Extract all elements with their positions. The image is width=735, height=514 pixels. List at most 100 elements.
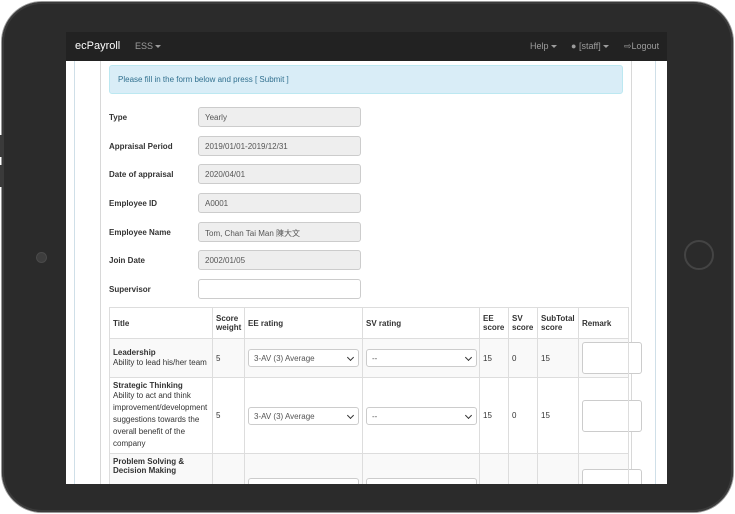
appraisal-period-field: 2019/01/01-2019/12/31 xyxy=(198,136,361,156)
nav-user-label: [staff] xyxy=(578,41,601,51)
ee-rating-value: 3-AV (3) Average xyxy=(254,411,315,421)
sv-rating-select[interactable]: -- xyxy=(366,349,477,367)
sv-rating-select[interactable] xyxy=(366,478,477,484)
employee-name-label: Employee Name xyxy=(109,228,171,237)
remark-cell xyxy=(578,453,642,484)
ee-rating-value: 3-AV (3) Average xyxy=(254,354,315,363)
form-row-supervisor: Supervisor xyxy=(109,279,369,299)
row-ee-score: 15 xyxy=(479,338,509,378)
row-title: Leadership xyxy=(113,347,156,357)
home-button[interactable] xyxy=(684,240,714,270)
row-weight: 5 xyxy=(212,338,245,378)
join-date-field: 2002/01/05 xyxy=(198,250,361,270)
row-title: Problem Solving & Decision Making xyxy=(113,457,185,475)
info-alert: Please fill in the form below and press … xyxy=(109,65,623,94)
row-subtotal: 15 xyxy=(537,338,579,378)
ee-rating-select[interactable]: 3-AV (3) Average xyxy=(248,349,359,367)
volume-button-2 xyxy=(0,165,3,187)
employee-name-field: Tom, Chan Tai Man 陳大文 xyxy=(198,222,361,242)
nav-user-menu[interactable]: ● [staff] xyxy=(571,41,609,51)
table-row: Leadership Ability to lead his/her team 5… xyxy=(109,338,642,378)
row-sv-score: 0 xyxy=(508,377,538,454)
alert-message: Please fill in the form below and press … xyxy=(118,75,289,84)
row-ee-score: 15 xyxy=(479,377,509,454)
col-subtotal-score: SubTotal score xyxy=(537,307,579,339)
table-row: Strategic Thinking Ability to act and thi… xyxy=(109,377,642,454)
supervisor-input[interactable] xyxy=(198,279,361,299)
nav-logout-label: Logout xyxy=(631,41,660,51)
tablet-frame: ecPayroll ESS Help ● [staff] ⇨Logout Ple… xyxy=(0,0,735,514)
camera-icon xyxy=(36,252,47,263)
remark-textarea[interactable] xyxy=(582,342,642,374)
row-sv-score xyxy=(508,453,538,484)
chevron-down-icon xyxy=(346,482,355,484)
row-title-cell: Strategic Thinking Ability to act and thi… xyxy=(109,377,213,454)
row-desc: Ability to lead his/her team xyxy=(113,357,207,367)
row-title-cell: Leadership Ability to lead his/her team xyxy=(109,338,213,378)
row-desc: Ability to act and think improvement/dev… xyxy=(113,391,208,448)
col-remark: Remark xyxy=(578,307,629,339)
nav-logout-link[interactable]: ⇨Logout xyxy=(624,41,659,52)
appraisal-table: Title Score weight EE rating SV rating E… xyxy=(109,307,642,484)
sv-rating-value: -- xyxy=(372,411,378,421)
ee-rating-select[interactable]: 3-AV (3) Average xyxy=(248,406,359,425)
form-row-type: Type Yearly xyxy=(109,107,369,127)
appraisal-period-label: Appraisal Period xyxy=(109,142,173,151)
navbar: ecPayroll ESS Help ● [staff] ⇨Logout xyxy=(66,32,667,61)
remark-textarea[interactable] xyxy=(582,399,642,432)
sv-rating-cell: -- xyxy=(362,377,480,454)
chevron-down-icon xyxy=(464,411,473,419)
chevron-down-icon xyxy=(346,353,355,362)
date-of-appraisal-field: 2020/04/01 xyxy=(198,164,361,184)
col-sv-rating: SV rating xyxy=(362,307,480,339)
date-of-appraisal-label: Date of appraisal xyxy=(109,170,174,179)
sv-rating-value: -- xyxy=(372,354,378,363)
form-row-join-date: Join Date 2002/01/05 xyxy=(109,250,369,270)
row-ee-score xyxy=(479,453,509,484)
row-sv-score: 0 xyxy=(508,338,538,378)
logout-icon: ⇨ xyxy=(624,41,632,51)
col-title: Title xyxy=(109,307,213,339)
type-field: Yearly xyxy=(198,107,361,127)
sv-rating-cell xyxy=(362,453,480,484)
row-weight xyxy=(212,453,245,484)
col-score-weight: Score weight xyxy=(212,307,245,339)
form-row-employee-id: Employee ID A0001 xyxy=(109,193,369,213)
col-ee-score: EE score xyxy=(479,307,509,339)
type-label: Type xyxy=(109,113,128,122)
row-title-cell: Problem Solving & Decision Making xyxy=(109,453,213,484)
supervisor-label: Supervisor xyxy=(109,285,151,294)
ee-rating-cell: 3-AV (3) Average xyxy=(244,338,363,378)
caret-down-icon xyxy=(550,45,557,49)
remark-cell xyxy=(578,377,642,454)
sv-rating-cell: -- xyxy=(362,338,480,378)
chevron-down-icon xyxy=(464,482,473,484)
ee-rating-cell: 3-AV (3) Average xyxy=(244,377,363,454)
employee-id-label: Employee ID xyxy=(109,199,158,208)
ee-rating-select[interactable] xyxy=(248,478,359,484)
user-icon: ● xyxy=(571,41,577,51)
brand-logo[interactable]: ecPayroll xyxy=(75,40,120,52)
chevron-down-icon xyxy=(464,353,473,362)
volume-button xyxy=(0,135,3,157)
table-header-row: Title Score weight EE rating SV rating E… xyxy=(109,307,629,339)
row-subtotal xyxy=(537,453,579,484)
form-row-date-of-appraisal: Date of appraisal 2020/04/01 xyxy=(109,164,369,184)
caret-down-icon xyxy=(155,45,162,49)
row-subtotal: 15 xyxy=(537,377,579,454)
nav-help-menu[interactable]: Help xyxy=(530,41,557,51)
col-ee-rating: EE rating xyxy=(244,307,363,339)
employee-id-field: A0001 xyxy=(198,193,361,213)
main-content: Please fill in the form below and press … xyxy=(66,61,667,484)
join-date-label: Join Date xyxy=(109,256,146,265)
sv-rating-select[interactable]: -- xyxy=(366,406,477,425)
table-row: Problem Solving & Decision Making xyxy=(109,453,642,484)
row-weight: 5 xyxy=(212,377,245,454)
chevron-down-icon xyxy=(346,411,355,419)
row-title: Strategic Thinking xyxy=(113,381,183,390)
remark-textarea[interactable] xyxy=(582,469,642,484)
col-sv-score: SV score xyxy=(508,307,538,339)
remark-cell xyxy=(578,338,642,378)
nav-ess-menu[interactable]: ESS xyxy=(135,41,162,51)
caret-down-icon xyxy=(602,45,609,49)
